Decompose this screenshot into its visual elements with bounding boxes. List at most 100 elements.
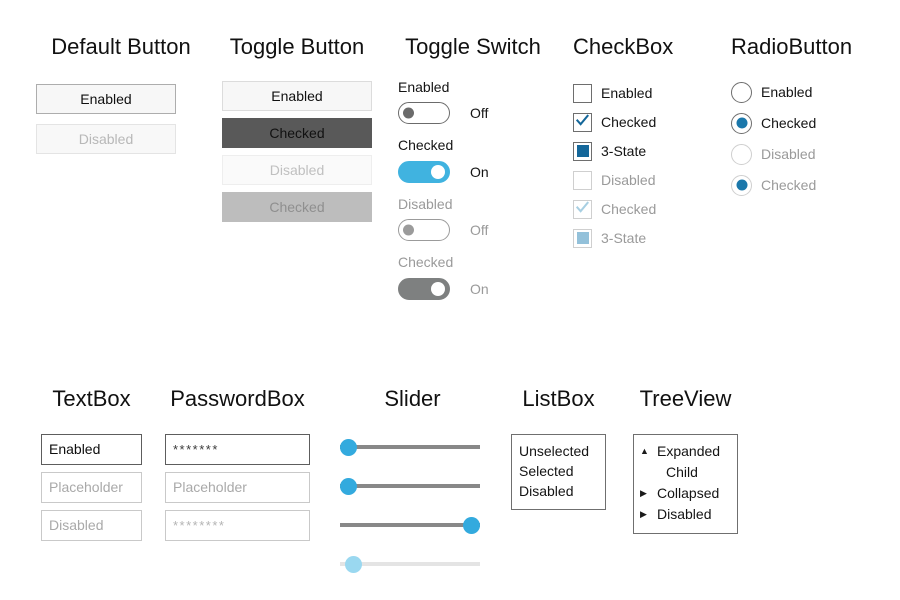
passwordbox-enabled[interactable]: ******* [165, 434, 310, 465]
listbox-item-selected[interactable]: Selected [519, 461, 598, 481]
radiobutton-list: Enabled Checked Disabled Checked [731, 80, 871, 197]
toggle-switch-group-enabled: Enabled Off [398, 79, 548, 125]
section-textbox: TextBox Enabled Placeholder Disabled [41, 388, 142, 548]
section-checkbox: CheckBox Enabled Checked 3-State Disable… [573, 36, 713, 256]
textbox-placeholder[interactable]: Placeholder [41, 472, 142, 503]
slider-3[interactable] [340, 510, 480, 540]
toggle-switch-title: Toggle Switch [405, 34, 541, 59]
radiobutton-label: Checked [761, 115, 817, 131]
listbox[interactable]: Unselected Selected Disabled [511, 434, 606, 510]
toggle-switch-knob [403, 224, 414, 236]
chevron-collapsed-icon[interactable]: ▶ [640, 483, 653, 504]
toggle-switch-row-checked-disabled: On [398, 277, 548, 300]
slider-track [340, 484, 480, 488]
radiobutton-label: Disabled [761, 146, 816, 162]
check-icon [576, 113, 589, 126]
toggle-switch-state-disabled: Off [470, 222, 489, 239]
toggle-button-enabled[interactable]: Enabled [222, 81, 372, 111]
default-button-title: Default Button [51, 34, 191, 59]
passwordbox-placeholder[interactable]: Placeholder [165, 472, 310, 503]
radiobutton-item-checked-disabled: Checked [731, 173, 871, 197]
treeview-node-label: Expanded [657, 443, 721, 459]
section-radiobutton: RadioButton Enabled Checked Disabled Che… [731, 36, 871, 204]
radio-dot-icon [736, 179, 747, 191]
textbox-enabled[interactable]: Enabled [41, 434, 142, 465]
radio-circle-icon [731, 112, 752, 134]
toggle-switch-disabled [398, 219, 450, 242]
toggle-button-list: Enabled Checked Disabled Checked [222, 81, 372, 222]
treeview-node-label: Collapsed [657, 485, 720, 501]
toggle-switch-label-checked-disabled: Checked [398, 254, 454, 271]
toggle-button-checked[interactable]: Checked [222, 118, 372, 148]
indeterminate-fill-icon [576, 232, 589, 244]
treeview[interactable]: ▲ Expanded Child ▶ Collapsed ▶ Disabled [633, 434, 738, 534]
section-toggle-button: Toggle Button Enabled Checked Disabled C… [222, 36, 372, 229]
checkbox-box-icon [573, 228, 592, 248]
checkbox-item-checked-disabled: Checked [573, 198, 713, 220]
toggle-switch-label-disabled: Disabled [398, 195, 453, 212]
treeview-node-label: Child [666, 464, 698, 480]
section-listbox: ListBox Unselected Selected Disabled [511, 388, 606, 510]
slider-2[interactable] [340, 471, 480, 501]
indeterminate-fill-icon [576, 145, 589, 157]
checkbox-item-checked[interactable]: Checked [573, 111, 713, 133]
toggle-switch-row-disabled: Off [398, 219, 548, 242]
default-button-list: Enabled Disabled [36, 84, 206, 154]
radiobutton-label: Enabled [761, 84, 813, 100]
toggle-button-title: Toggle Button [229, 34, 365, 59]
checkbox-label: Checked [601, 114, 657, 130]
radiobutton-item-checked[interactable]: Checked [731, 111, 871, 135]
toggle-switch-checked[interactable] [398, 160, 450, 183]
section-toggle-switch: Toggle Switch Enabled Off Checked On Dis… [398, 36, 548, 314]
checkbox-item-enabled[interactable]: Enabled [573, 82, 713, 104]
radio-circle-icon [731, 174, 752, 196]
slider-title: Slider [384, 386, 441, 411]
checkbox-label: 3-State [601, 230, 647, 246]
section-default-button: Default Button Enabled Disabled [36, 36, 206, 164]
textbox-disabled: Disabled [41, 510, 142, 541]
radio-circle-icon [731, 81, 752, 103]
checkbox-item-3state[interactable]: 3-State [573, 140, 713, 162]
checkbox-list: Enabled Checked 3-State Disabled Checked… [573, 82, 713, 249]
toggle-switch-checked-disabled [398, 277, 450, 300]
slider-list [340, 432, 485, 579]
slider-4-disabled [340, 549, 480, 579]
radiobutton-item-disabled: Disabled [731, 142, 871, 166]
toggle-switch-knob [403, 107, 414, 119]
toggle-switch-state-checked-disabled: On [470, 280, 489, 297]
listbox-item-unselected[interactable]: Unselected [519, 441, 598, 461]
checkbox-title: CheckBox [573, 34, 674, 59]
textbox-title: TextBox [52, 386, 131, 411]
toggle-switch-knob [431, 281, 445, 296]
toggle-switch-enabled[interactable] [398, 102, 450, 125]
section-treeview: TreeView ▲ Expanded Child ▶ Collapsed ▶ … [633, 388, 738, 534]
treeview-node-disabled[interactable]: ▶ Disabled [640, 504, 731, 525]
listbox-title: ListBox [522, 386, 595, 411]
passwordbox-title: PasswordBox [170, 386, 305, 411]
checkbox-label: Disabled [601, 172, 656, 188]
toggle-switch-row-checked: On [398, 160, 548, 183]
slider-thumb[interactable] [340, 439, 357, 456]
chevron-collapsed-icon[interactable]: ▶ [640, 504, 653, 525]
section-passwordbox: PasswordBox ******* Placeholder ******** [165, 388, 310, 548]
check-icon [576, 200, 589, 213]
radiobutton-item-enabled[interactable]: Enabled [731, 80, 871, 104]
chevron-expanded-icon[interactable]: ▲ [640, 441, 653, 462]
textbox-list: Enabled Placeholder Disabled [41, 434, 142, 541]
widget-gallery: Default Button Enabled Disabled Toggle B… [0, 0, 900, 600]
treeview-node-child[interactable]: Child [640, 462, 731, 483]
toggle-switch-group-disabled: Disabled Off [398, 195, 548, 242]
radiobutton-title: RadioButton [731, 34, 853, 59]
default-button-enabled[interactable]: Enabled [36, 84, 176, 114]
toggle-button-checked-disabled: Checked [222, 192, 372, 222]
treeview-node-collapsed[interactable]: ▶ Collapsed [640, 483, 731, 504]
treeview-node-label: Disabled [657, 506, 712, 522]
slider-thumb[interactable] [340, 478, 357, 495]
toggle-switch-row-enabled: Off [398, 102, 548, 125]
treeview-node-expanded[interactable]: ▲ Expanded [640, 441, 731, 462]
slider-1[interactable] [340, 432, 480, 462]
toggle-switch-label-enabled: Enabled [398, 79, 450, 95]
checkbox-box-icon [573, 83, 592, 103]
section-slider: Slider [340, 388, 485, 588]
slider-thumb[interactable] [463, 517, 480, 534]
